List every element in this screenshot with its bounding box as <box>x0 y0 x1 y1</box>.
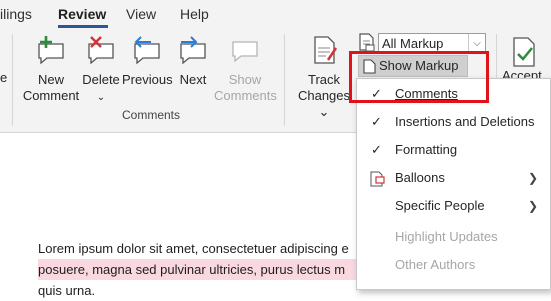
show-comments-label-2: Comments <box>214 88 277 103</box>
menu-item-label: Insertions and Deletions <box>395 114 535 129</box>
menu-item-label: Highlight Updates <box>395 229 498 244</box>
tab-help[interactable]: Help <box>180 6 209 22</box>
chevron-down-icon[interactable]: ⌵ <box>468 34 485 51</box>
menu-item-highlight-updates[interactable]: Highlight Updates <box>357 223 551 251</box>
ribbon-left-edge-text: e <box>0 70 8 85</box>
new-comment-label-2: Comment <box>22 88 80 103</box>
menu-item-insertions-deletions[interactable]: ✓ Insertions and Deletions <box>357 108 551 136</box>
display-for-review-select[interactable]: All Markup ⌵ <box>378 33 486 52</box>
show-comments-label-1: Show <box>228 72 262 87</box>
balloons-icon <box>370 171 385 187</box>
previous-comment-button[interactable]: Previous <box>122 34 173 88</box>
menu-item-formatting[interactable]: ✓ Formatting <box>357 136 551 164</box>
track-changes-button[interactable]: Track Changes ⌄ <box>294 34 354 120</box>
menu-item-label: Formatting <box>395 142 458 157</box>
checkmark-icon: ✓ <box>371 142 382 157</box>
new-comment-label-1: New <box>37 72 64 87</box>
checkmark-icon: ✓ <box>371 114 382 129</box>
chevron-down-icon[interactable]: ⌄ <box>97 92 105 103</box>
new-comment-icon <box>38 36 64 65</box>
next-comment-button[interactable]: Next <box>174 34 212 88</box>
show-markup-menu: ✓ Comments ✓ Insertions and Deletions ✓ … <box>356 78 551 290</box>
display-for-review-icon <box>359 33 375 52</box>
track-changes-icon <box>314 36 338 64</box>
menu-item-label: Specific People <box>395 198 485 213</box>
display-for-review-value: All Markup <box>382 36 444 51</box>
show-comments-icon <box>232 41 258 63</box>
delete-label: Delete <box>82 72 120 87</box>
ribbon-separator <box>284 34 285 126</box>
chevron-right-icon: ❯ <box>527 199 538 213</box>
chevron-right-icon: ❯ <box>527 171 538 185</box>
menu-item-balloons[interactable]: Balloons ❯ <box>357 164 551 192</box>
menu-item-other-authors[interactable]: Other Authors <box>357 251 551 279</box>
delete-comment-button[interactable]: Delete ⌄ <box>80 34 122 106</box>
tab-review[interactable]: Review <box>58 6 106 22</box>
track-changes-label-1: Track <box>307 72 341 87</box>
ribbon-separator <box>12 34 13 126</box>
menu-item-specific-people[interactable]: Specific People ❯ <box>357 192 551 220</box>
tab-view[interactable]: View <box>126 6 156 22</box>
next-comment-icon <box>180 36 206 65</box>
previous-label: Previous <box>122 72 173 87</box>
comments-group-label: Comments <box>122 108 181 122</box>
tab-mailings[interactable]: ilings <box>0 6 32 22</box>
menu-item-label: Other Authors <box>395 257 476 272</box>
track-changes-label-2: Changes ⌄ <box>297 88 351 119</box>
menu-item-label: Balloons <box>395 170 445 185</box>
new-comment-button[interactable]: New Comment <box>22 34 80 104</box>
accept-icon <box>513 37 535 67</box>
next-label: Next <box>179 72 207 87</box>
show-comments-button[interactable]: Show Comments <box>214 34 277 104</box>
ribbon-tabs: ilings Review View Help <box>0 0 551 28</box>
highlight-annotation-box <box>349 51 489 103</box>
delete-comment-icon <box>88 36 114 65</box>
previous-comment-icon <box>134 36 160 65</box>
